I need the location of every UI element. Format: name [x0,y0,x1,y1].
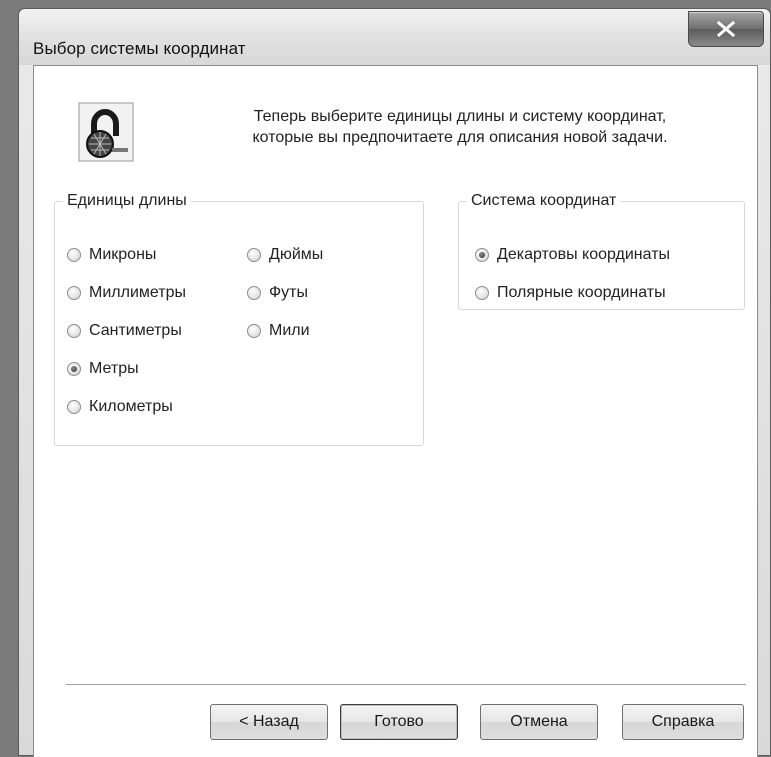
help-button[interactable]: Справка [622,704,744,740]
radio-button[interactable] [247,324,261,338]
radio-button[interactable] [67,248,81,262]
close-button[interactable] [688,11,764,47]
wizard-icon [78,102,134,162]
finish-button[interactable]: Готово [340,704,458,740]
radio-centimeters[interactable]: Сантиметры [67,322,182,340]
intro-line-1: Теперь выберите единицы длины и систему … [253,108,667,125]
radio-button[interactable] [67,286,81,300]
radio-feet[interactable]: Футы [247,284,308,302]
radio-microns[interactable]: Микроны [67,246,156,264]
radio-button[interactable] [475,248,489,262]
radio-button[interactable] [475,286,489,300]
title-bar[interactable]: Выбор системы координат [19,9,770,65]
button-separator [66,684,746,686]
radio-cartesian[interactable]: Декартовы координаты [475,246,670,264]
radio-inches[interactable]: Дюймы [247,246,323,264]
radio-label: Футы [269,284,308,301]
radio-miles[interactable]: Мили [247,322,310,340]
radio-label: Мили [269,322,310,339]
coordinate-system-group: Система координат Декартовы координаты П… [458,192,745,310]
window-title: Выбор системы координат [33,39,246,58]
radio-label: Декартовы координаты [497,246,671,263]
radio-label: Миллиметры [89,284,186,301]
intro-text: Теперь выберите единицы длины и систему … [200,106,720,148]
radio-kilometers[interactable]: Километры [67,398,173,416]
close-icon [717,21,735,37]
coordinate-system-legend: Система координат [471,192,617,209]
radio-button[interactable] [67,362,81,376]
radio-button[interactable] [67,324,81,338]
radio-millimeters[interactable]: Миллиметры [67,284,186,302]
radio-button[interactable] [247,286,261,300]
length-units-legend: Единицы длины [67,192,187,209]
radio-button[interactable] [67,400,81,414]
radio-polar[interactable]: Полярные координаты [475,284,666,302]
radio-label: Микроны [89,246,157,263]
radio-button[interactable] [247,248,261,262]
cancel-button[interactable]: Отмена [480,704,598,740]
intro-line-2: которые вы предпочитаете для описания но… [252,129,668,146]
radio-label: Сантиметры [89,322,182,339]
radio-label: Метры [89,360,139,377]
radio-meters[interactable]: Метры [67,360,139,378]
radio-label: Километры [89,398,173,415]
length-units-group: Единицы длины Микроны Миллиметры Сантиме… [54,192,424,446]
dialog-content: Теперь выберите единицы длины и систему … [33,65,758,757]
dialog-window: Выбор системы координат Теперь выберите … [18,8,771,757]
back-button[interactable]: < Назад [210,704,328,740]
radio-label: Дюймы [269,246,324,263]
radio-label: Полярные координаты [497,284,666,301]
